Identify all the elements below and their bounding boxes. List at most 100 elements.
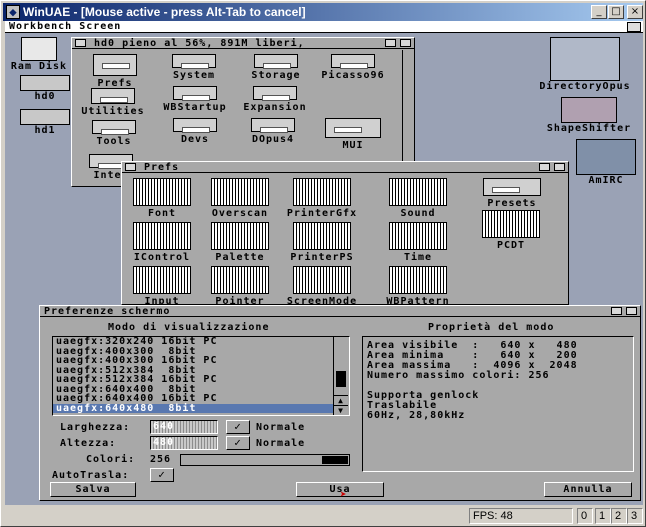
screenmode-titlebar[interactable]: Preferenze schermo <box>40 306 640 317</box>
pref-icontrol[interactable]: IControl <box>126 222 198 263</box>
pref-sound[interactable]: Sound <box>382 178 454 219</box>
pref-pointer[interactable]: Pointer <box>204 266 276 307</box>
pref-label: Sound <box>400 208 436 219</box>
shapeshifter-icon[interactable]: ShapeShifter <box>537 97 641 134</box>
drawer-icon <box>251 118 295 133</box>
colors-label: Colori: <box>86 454 136 465</box>
pref-label: PCDT <box>496 240 526 251</box>
pref-overscan[interactable]: Overscan <box>204 178 276 219</box>
drawer-utilities[interactable]: Utilities <box>80 88 146 117</box>
mode-properties-box: Area visibile : 640 x 480 Area minima : 6… <box>362 336 634 472</box>
pref-icon <box>293 222 351 250</box>
directoryopus-image <box>550 37 620 81</box>
mode-list[interactable]: uaegfx:320x240 16bit PC uaegfx:400x300 8b… <box>52 336 350 416</box>
drive-led-3: 3 <box>627 508 643 524</box>
pref-palette[interactable]: Palette <box>204 222 276 263</box>
prefs-close-gadget[interactable] <box>125 163 136 171</box>
amirc-icon[interactable]: AmIRC <box>571 139 641 186</box>
pref-label: PrinterGfx <box>286 208 358 219</box>
pref-label: Overscan <box>211 208 269 219</box>
mode-property-line: 60Hz, 28,80kHz <box>367 410 466 421</box>
minimize-button[interactable]: _ <box>591 5 607 19</box>
autoscroll-checkbox[interactable]: ✓ <box>150 468 174 482</box>
scroll-down-arrow-icon[interactable]: ▼ <box>334 405 348 415</box>
pref-font[interactable]: Font <box>126 178 198 219</box>
pref-printerps[interactable]: PrinterPS <box>280 222 364 263</box>
prefs-depth-gadget[interactable] <box>554 163 565 171</box>
screenmode-zoom-gadget[interactable] <box>611 307 622 315</box>
colors-slider[interactable] <box>180 454 350 466</box>
mode-list-rows: uaegfx:320x240 16bit PC uaegfx:400x300 8b… <box>53 337 349 413</box>
hd0-drive-label: hd0 <box>34 91 56 102</box>
pref-label: PrinterPS <box>290 252 354 263</box>
pref-icon <box>293 178 351 206</box>
pref-time[interactable]: Time <box>382 222 454 263</box>
pref-icon <box>293 266 351 294</box>
drawer-mui[interactable]: MUI <box>320 118 386 151</box>
mode-list-item[interactable]: uaegfx:640x480 8bit <box>53 403 349 413</box>
maximize-button[interactable]: □ <box>608 5 624 19</box>
drawer-icon <box>91 88 135 104</box>
drawer-prefs[interactable]: Prefs <box>86 54 144 89</box>
hd0-zoom-gadget[interactable] <box>385 39 396 47</box>
screenmode-depth-gadget[interactable] <box>626 307 637 315</box>
pref-icon <box>389 222 447 250</box>
hd0-depth-gadget[interactable] <box>400 39 411 47</box>
drawer-icon <box>253 86 297 101</box>
pref-input[interactable]: Input <box>126 266 198 307</box>
directoryopus-icon[interactable]: DirectoryOpus <box>533 37 637 92</box>
screenmode-prefs-window: Preferenze schermo Modo di visualizzazio… <box>39 305 641 501</box>
scroll-thumb[interactable] <box>336 371 346 387</box>
scroll-up-arrow-icon[interactable]: ▲ <box>334 395 348 405</box>
save-button[interactable]: Salva <box>50 482 136 497</box>
drawer-icon <box>331 54 375 69</box>
pref-pcdt[interactable]: PCDT <box>478 210 544 251</box>
colors-value: 256 <box>150 454 172 465</box>
hd0-drive-icon[interactable]: hd0 <box>15 75 75 102</box>
drawer-picasso96[interactable]: Picasso96 <box>316 54 390 81</box>
hd0-window-titlebar[interactable]: hd0 pieno al 56%, 891M liberi, <box>72 38 414 49</box>
prefs-zoom-gadget[interactable] <box>539 163 550 171</box>
pref-wbpattern[interactable]: WBPattern <box>378 266 458 307</box>
drawer-devs[interactable]: Devs <box>166 118 224 145</box>
colors-slider-knob[interactable] <box>322 456 348 464</box>
shapeshifter-image <box>561 97 617 123</box>
pref-label: IControl <box>133 252 191 263</box>
hd0-close-gadget[interactable] <box>75 39 86 47</box>
drawer-storage[interactable]: Storage <box>240 54 312 81</box>
drawer-expansion[interactable]: Expansion <box>238 86 312 113</box>
height-input[interactable]: 480 <box>150 436 218 450</box>
pref-presets[interactable]: Presets <box>474 178 550 209</box>
drawer-dopus4[interactable]: DOpus4 <box>242 118 304 145</box>
pref-screenmode[interactable]: ScreenMode <box>280 266 364 307</box>
ram-disk-icon[interactable]: Ram Disk <box>9 37 69 72</box>
mouse-pointer-icon: ➤ <box>340 488 348 501</box>
mode-list-scrollbar[interactable]: ▲ ▼ <box>333 337 349 415</box>
pref-printergfx[interactable]: PrinterGfx <box>280 178 364 219</box>
width-input[interactable]: 640 <box>150 420 218 434</box>
prefs-drawer-window: Prefs Font Overscan PrinterGfx Sound Pre… <box>121 161 569 307</box>
drawer-system[interactable]: System <box>164 54 224 81</box>
screen-depth-gadget[interactable] <box>627 22 641 32</box>
screenmode-title: Preferenze schermo <box>44 306 171 317</box>
drawer-label: WBStartup <box>163 102 227 113</box>
hd1-drive-icon[interactable]: hd1 <box>15 109 75 136</box>
mode-property-line: Numero massimo colori: 256 <box>367 370 550 381</box>
height-default-checkbox[interactable]: ✓ <box>226 436 250 450</box>
prefs-window-titlebar[interactable]: Prefs <box>122 162 568 173</box>
fps-indicator: FPS: 48 <box>469 508 573 524</box>
close-button[interactable]: × <box>627 5 643 19</box>
width-default-checkbox[interactable]: ✓ <box>226 420 250 434</box>
window-titlebar[interactable]: ◆ WinUAE - [Mouse active - press Alt-Tab… <box>3 3 643 21</box>
cancel-button[interactable]: Annulla <box>544 482 632 497</box>
height-label: Altezza: <box>60 438 117 449</box>
drawer-icon <box>173 86 217 101</box>
drawer-label: Tools <box>96 136 132 147</box>
width-default-label: Normale <box>256 422 306 433</box>
hd0-drive-image <box>20 75 70 91</box>
drawer-wbstartup[interactable]: WBStartup <box>158 86 232 113</box>
drawer-tools[interactable]: Tools <box>86 120 142 147</box>
pref-icon <box>482 210 540 238</box>
ram-disk-image <box>21 37 57 61</box>
pref-label: Time <box>403 252 433 263</box>
